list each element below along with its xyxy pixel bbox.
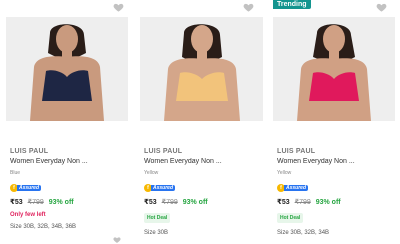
product-brand: LUIS PAUL (10, 148, 49, 155)
size-list: Size 30B, 32B, 34B (277, 230, 330, 236)
product-title[interactable]: Women Everyday Non ... (10, 158, 126, 165)
mrp: ₹799 (161, 199, 178, 206)
card-top-strip (6, 0, 128, 17)
discount: 93% off (315, 199, 341, 206)
product-brand: LUIS PAUL (144, 148, 183, 155)
model-illustration (140, 17, 263, 121)
product-image[interactable] (273, 17, 395, 121)
price: ₹53 (10, 199, 23, 206)
product-title[interactable]: Women Everyday Non ... (277, 158, 393, 165)
product-grid: LUIS PAUL Women Everyday Non ... Blue f … (0, 0, 400, 243)
product-color: Blue (10, 170, 21, 176)
product-image[interactable] (140, 17, 263, 121)
assured-badge: f Assured (277, 184, 309, 192)
model-illustration (273, 17, 395, 121)
product-card-1[interactable]: LUIS PAUL Women Everyday Non ... Blue f … (6, 0, 128, 240)
wishlist-heart-icon[interactable] (113, 2, 124, 13)
assured-badge: f Assured (144, 184, 176, 192)
product-card-2[interactable]: LUIS PAUL Women Everyday Non ... Yellow … (140, 0, 263, 240)
stock-tag: Only few left (10, 212, 46, 218)
model-illustration (6, 17, 128, 121)
product-color: Yellow (144, 170, 159, 176)
product-card-3[interactable]: Trending LUIS PAUL Women Everyday Non ..… (273, 0, 395, 240)
price-row: ₹53 ₹799 93% off (277, 198, 393, 206)
product-color: Yellow (277, 170, 292, 176)
product-brand: LUIS PAUL (277, 148, 316, 155)
discount: 93% off (48, 199, 74, 206)
product-title[interactable]: Women Everyday Non ... (144, 158, 261, 165)
price: ₹53 (144, 199, 157, 206)
discount: 93% off (182, 199, 208, 206)
trending-badge: Trending (273, 0, 311, 9)
assured-label: Assured (17, 185, 42, 191)
size-list: Size 30B, 32B, 34B, 36B (10, 224, 77, 230)
deal-tag: Hot Deal (277, 213, 304, 223)
wishlist-heart-icon[interactable] (243, 2, 254, 13)
price: ₹53 (277, 199, 290, 206)
assured-label: Assured (151, 185, 176, 191)
size-list: Size 30B (144, 230, 169, 236)
assured-badge: f Assured (10, 184, 42, 192)
mrp: ₹799 (294, 199, 311, 206)
assured-label: Assured (284, 185, 309, 191)
price-row: ₹53 ₹799 93% off (144, 198, 261, 206)
next-card-heart-icon[interactable] (112, 236, 122, 244)
deal-tag: Hot Deal (144, 213, 171, 223)
product-image[interactable] (6, 17, 128, 121)
wishlist-heart-icon[interactable] (376, 2, 387, 13)
price-row: ₹53 ₹799 93% off (10, 198, 126, 206)
mrp: ₹799 (27, 199, 44, 206)
